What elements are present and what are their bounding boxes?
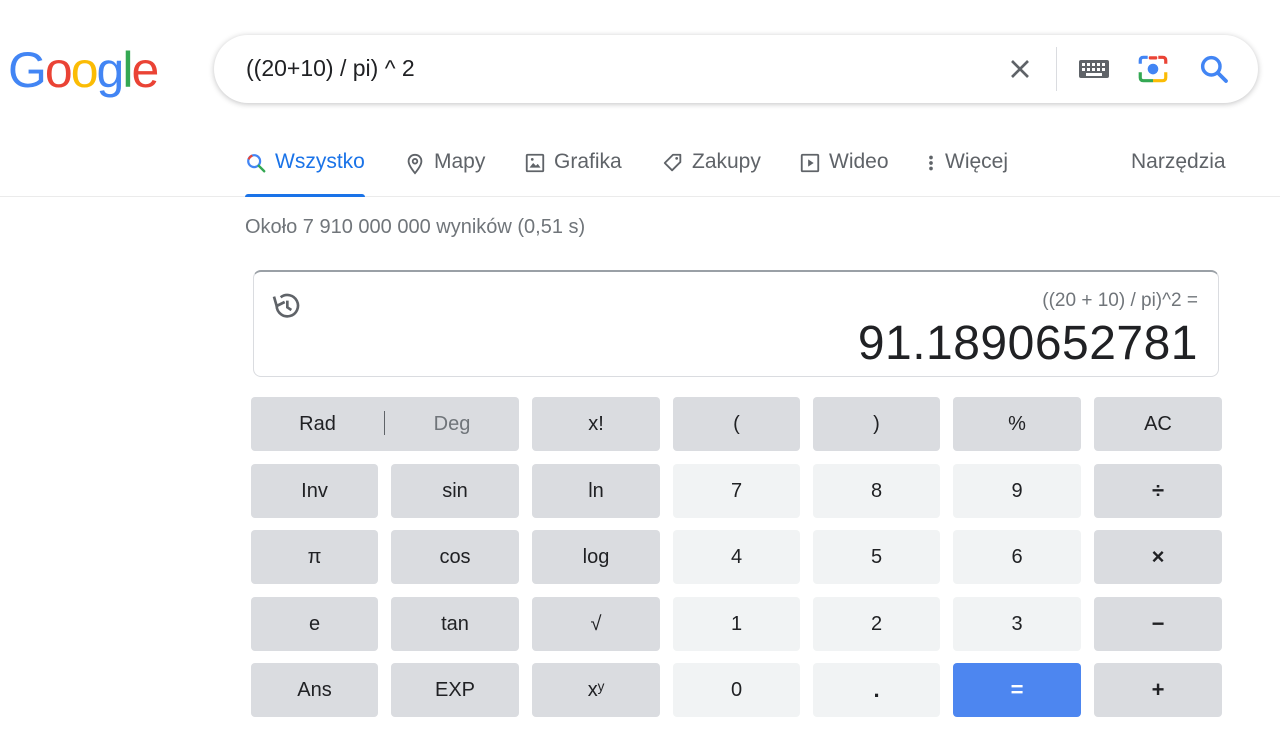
digit-0-button[interactable]: 0 (673, 663, 800, 717)
sqrt-button[interactable]: √ (532, 597, 660, 651)
image-icon (525, 153, 545, 173)
plus-button[interactable]: + (1094, 663, 1222, 717)
map-pin-icon (407, 153, 423, 175)
factorial-button[interactable]: x! (532, 397, 660, 451)
logo-letter: e (131, 42, 159, 98)
power-button[interactable]: xʸ (532, 663, 660, 717)
digit-9-button[interactable]: 9 (953, 464, 1081, 518)
deg-button[interactable]: Deg (385, 397, 519, 451)
digit-4-button[interactable]: 4 (673, 530, 800, 584)
tab-label: Grafika (554, 150, 622, 173)
digit-7-button[interactable]: 7 (673, 464, 800, 518)
tab-shopping[interactable]: Zakupy (662, 150, 761, 196)
logo-letter: o (70, 42, 99, 98)
calculator-display: ((20 + 10) / pi)^2 = 91.1890652781 (253, 270, 1219, 377)
search-box[interactable]: ((20+10) / pi) ^ 2 (214, 35, 1258, 103)
rad-button[interactable]: Rad (251, 397, 384, 451)
tag-icon (663, 153, 682, 172)
inv-button[interactable]: Inv (251, 464, 378, 518)
tab-label: Mapy (434, 150, 486, 173)
calculator-result: 91.1890652781 (857, 317, 1198, 370)
search-icon[interactable] (1198, 53, 1230, 85)
logo-letter: o (44, 42, 73, 98)
tab-maps[interactable]: Mapy (404, 150, 485, 196)
digit-1-button[interactable]: 1 (673, 597, 800, 651)
decimal-point-button[interactable]: . (813, 663, 940, 717)
digit-8-button[interactable]: 8 (813, 464, 940, 518)
search-icon (247, 154, 266, 173)
pi-button[interactable]: π (251, 530, 378, 584)
equals-button[interactable]: = (953, 663, 1081, 717)
digit-3-button[interactable]: 3 (953, 597, 1081, 651)
tab-images[interactable]: Grafika (524, 150, 622, 196)
tab-video[interactable]: Wideo (799, 150, 889, 196)
all-clear-button[interactable]: AC (1094, 397, 1222, 451)
ln-button[interactable]: ln (532, 464, 660, 518)
multiply-button[interactable]: × (1094, 530, 1222, 584)
logo-letter: l (122, 42, 133, 98)
digit-5-button[interactable]: 5 (813, 530, 940, 584)
logo-letter: G (8, 42, 47, 98)
tan-button[interactable]: tan (391, 597, 519, 651)
google-logo[interactable]: Google (8, 40, 159, 100)
calculator-expression: ((20 + 10) / pi)^2 = (1042, 290, 1198, 311)
open-paren-button[interactable]: ( (673, 397, 800, 451)
close-icon[interactable] (1004, 53, 1036, 85)
sin-button[interactable]: sin (391, 464, 519, 518)
camera-lens-icon[interactable] (1136, 53, 1170, 85)
tab-label: Zakupy (692, 150, 761, 173)
log-button[interactable]: log (532, 530, 660, 584)
history-icon[interactable] (270, 290, 302, 322)
close-paren-button[interactable]: ) (813, 397, 940, 451)
play-icon (800, 153, 820, 173)
tab-more[interactable]: Więcej (925, 150, 1008, 196)
tools-button[interactable]: Narzędzia (1131, 150, 1226, 174)
minus-button[interactable]: − (1094, 597, 1222, 651)
more-vert-icon (929, 155, 933, 171)
rad-deg-toggle[interactable]: Rad Deg (251, 397, 519, 451)
cos-button[interactable]: cos (391, 530, 519, 584)
divide-button[interactable]: ÷ (1094, 464, 1222, 518)
tab-all[interactable]: Wszystko (245, 150, 365, 197)
tab-label: Wideo (829, 150, 889, 173)
keyboard-icon[interactable] (1078, 57, 1110, 81)
exp-button[interactable]: EXP (391, 663, 519, 717)
ans-button[interactable]: Ans (251, 663, 378, 717)
digit-6-button[interactable]: 6 (953, 530, 1081, 584)
search-tabs: Wszystko Mapy Grafika Zakupy Wideo Więce… (0, 140, 1280, 197)
e-button[interactable]: e (251, 597, 378, 651)
result-stats: Około 7 910 000 000 wyników (0,51 s) (245, 216, 586, 238)
logo-letter: g (96, 42, 125, 98)
tab-label: Więcej (945, 150, 1009, 173)
search-divider (1056, 47, 1057, 91)
digit-2-button[interactable]: 2 (813, 597, 940, 651)
percent-button[interactable]: % (953, 397, 1081, 451)
search-input[interactable]: ((20+10) / pi) ^ 2 (246, 55, 415, 82)
tab-label: Wszystko (275, 150, 365, 173)
